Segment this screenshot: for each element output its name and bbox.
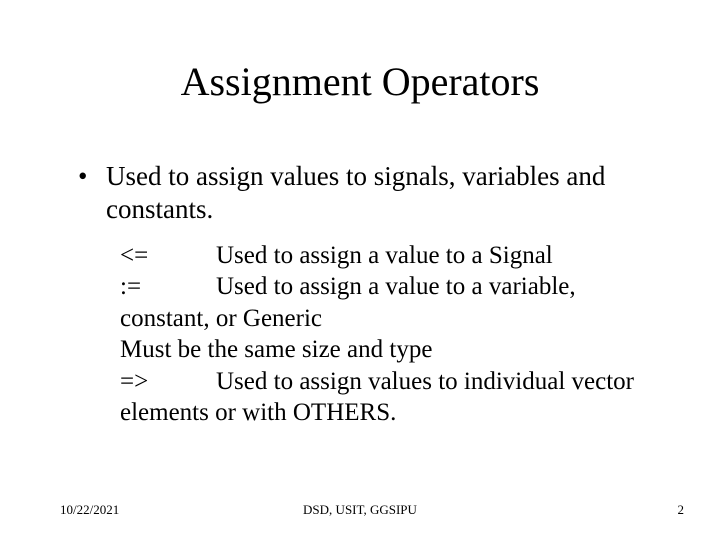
slide: Assignment Operators • Used to assign va…	[0, 0, 720, 540]
slide-title: Assignment Operators	[0, 58, 720, 105]
operator-row-signal: <=Used to assign a value to a Signal	[120, 240, 660, 272]
operator-note: Must be the same size and type	[120, 334, 660, 366]
bullet-item: • Used to assign values to signals, vari…	[78, 160, 660, 226]
bullet-text: Used to assign values to signals, variab…	[106, 160, 660, 226]
operator-symbol: <=	[120, 240, 216, 272]
footer-center: DSD, USIT, GGSIPU	[0, 502, 720, 518]
operator-symbol: =>	[120, 366, 216, 398]
operator-list: <=Used to assign a value to a Signal :=U…	[120, 240, 660, 429]
footer-page-number: 2	[678, 502, 685, 518]
bullet-marker: •	[78, 160, 106, 193]
operator-symbol: :=	[120, 271, 216, 303]
operator-row-vector: =>Used to assign values to individual ve…	[120, 366, 660, 429]
slide-body: • Used to assign values to signals, vari…	[78, 160, 660, 429]
operator-row-variable: :=Used to assign a value to a variable, …	[120, 271, 660, 334]
operator-desc: Used to assign a value to a Signal	[216, 242, 553, 269]
